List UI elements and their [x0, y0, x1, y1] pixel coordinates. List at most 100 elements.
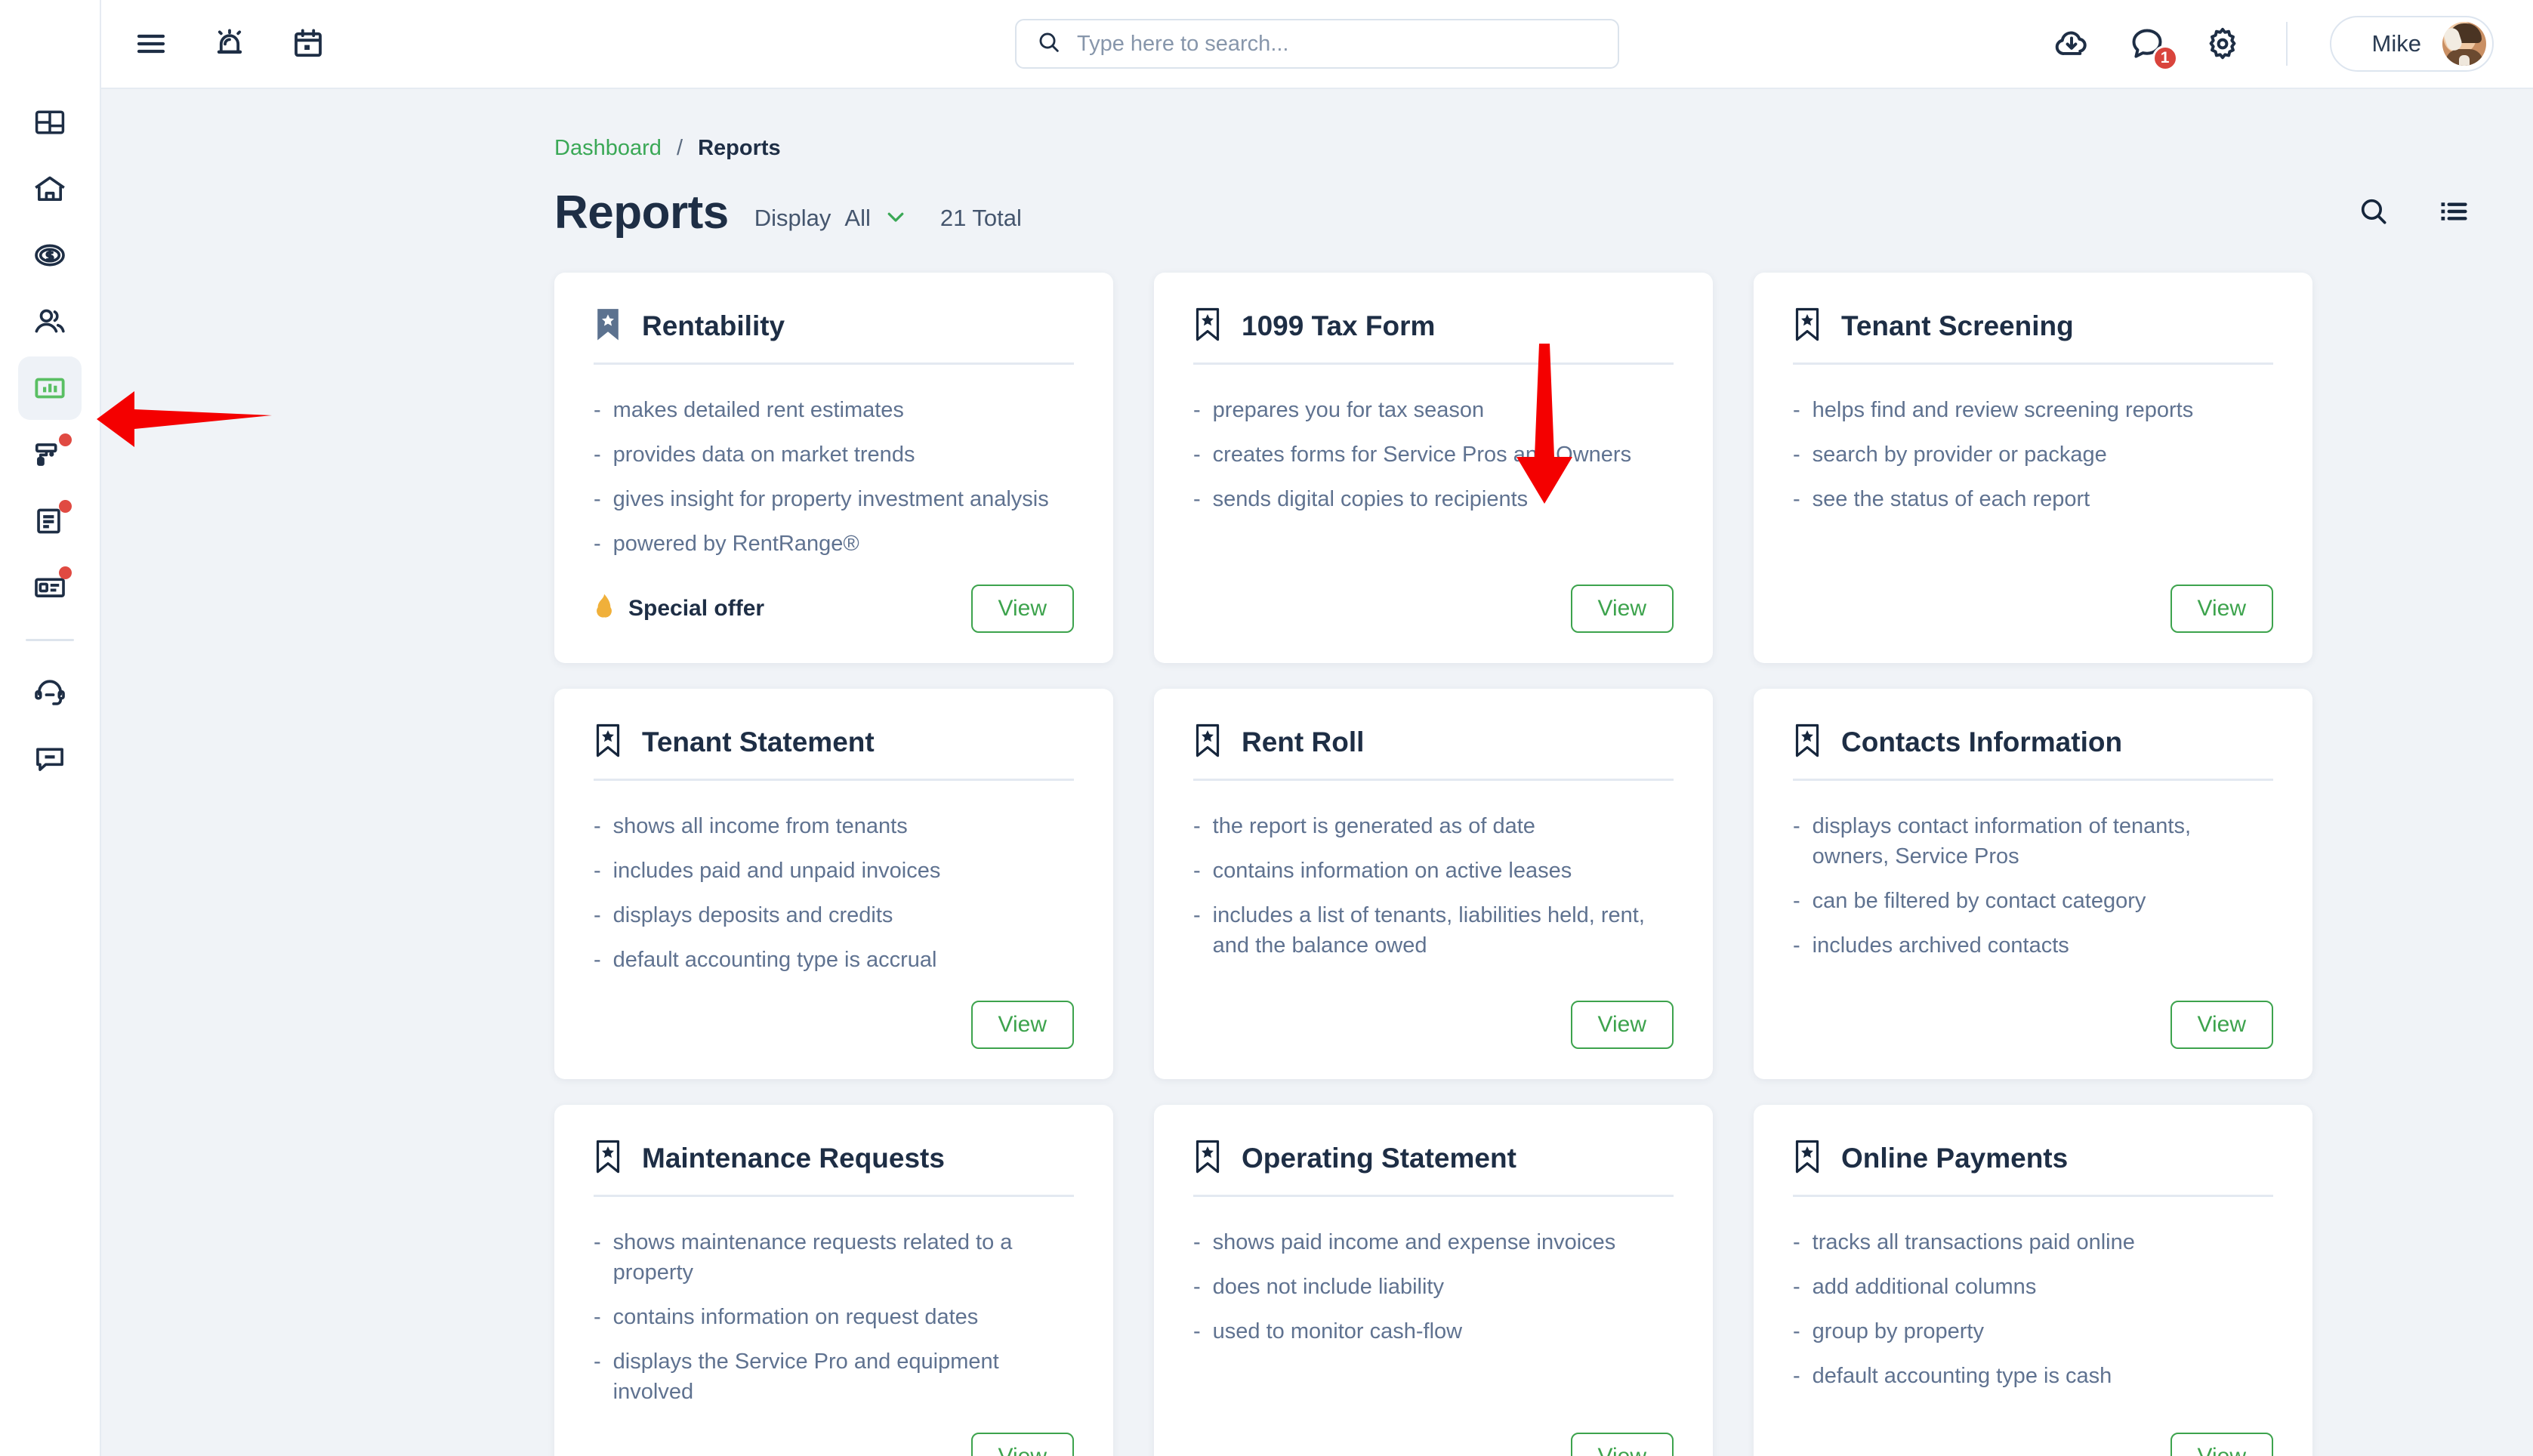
report-card-bullets: - makes detailed rent estimates - provides …: [594, 365, 1074, 559]
report-card-header: Maintenance Requests: [594, 1140, 1074, 1195]
bullet-text: displays contact information of tenants,…: [1812, 814, 2191, 869]
view-button[interactable]: View: [2170, 1433, 2273, 1456]
search-box[interactable]: [1015, 19, 1619, 69]
report-card-bullet: - displays deposits and credits: [594, 900, 1074, 930]
view-button[interactable]: View: [1570, 585, 1674, 634]
search-input[interactable]: [1077, 31, 1598, 57]
search-icon: [1036, 29, 1062, 59]
sidebar-item-dashboard[interactable]: [18, 91, 82, 154]
sidebar-item-support[interactable]: [18, 661, 82, 724]
bullet-text: does not include liability: [1212, 1275, 1444, 1300]
bullet-text: used to monitor cash-flow: [1212, 1319, 1463, 1344]
bullet-text: gives insight for property investment an…: [612, 487, 1049, 512]
report-card-footer: View: [1193, 1407, 1674, 1456]
report-card-bullets: - the report is generated as of date - cont…: [1193, 781, 1674, 961]
bullet-dash: -: [1793, 889, 1800, 914]
view-button[interactable]: View: [2170, 585, 2273, 634]
top-bar: 1 Mike: [101, 0, 2533, 89]
report-card-header: Rent Roll: [1193, 723, 1674, 779]
alarm-bell-icon[interactable]: [208, 23, 251, 65]
breadcrumb: Dashboard / Reports: [101, 89, 2533, 161]
search-icon[interactable]: [2355, 193, 2393, 230]
bullet-dash: -: [1793, 1275, 1800, 1300]
breadcrumb-current: Reports: [698, 136, 781, 160]
view-button[interactable]: View: [1570, 1001, 1674, 1050]
view-button[interactable]: View: [970, 585, 1074, 634]
calendar-icon[interactable]: [287, 23, 329, 65]
report-card-bullet: - shows maintenance requests related to a…: [594, 1227, 1074, 1288]
bullet-dash: -: [594, 814, 601, 839]
bookmark-star-icon: [1193, 307, 1222, 346]
report-card: Tenant Screening - helps find and review s…: [1754, 273, 2312, 664]
bullet-dash: -: [594, 398, 601, 422]
bullet-dash: -: [1193, 1275, 1201, 1300]
user-name: Mike: [2371, 30, 2421, 57]
report-card-bullet: - gives insight for property investment a…: [594, 484, 1074, 514]
view-button[interactable]: View: [970, 1433, 1074, 1456]
bullet-dash: -: [594, 1350, 601, 1374]
report-card-title: Rent Roll: [1242, 726, 1365, 758]
bookmark-star-icon: [594, 1140, 622, 1178]
bullet-dash: -: [594, 948, 601, 973]
sidebar-item-contacts[interactable]: [18, 290, 82, 353]
display-label: Display: [754, 205, 831, 231]
display-value: All: [844, 205, 871, 231]
bullet-text: shows all income from tenants: [612, 814, 908, 839]
report-card-bullet: - includes archived contacts: [1793, 930, 2273, 961]
report-card-footer: View: [1793, 1407, 2273, 1456]
bookmark-star-icon: [594, 723, 622, 762]
sidebar-item-maintenance[interactable]: [18, 423, 82, 486]
report-card-footer: Special offer View: [594, 559, 1074, 634]
chat-message-icon: [32, 742, 67, 776]
bullet-text: makes detailed rent estimates: [612, 398, 904, 422]
page-header-actions: [2355, 193, 2473, 236]
report-card-footer: View: [1193, 975, 1674, 1050]
chat-bubble-icon[interactable]: 1: [2126, 23, 2178, 71]
special-offer-tag: Special offer: [594, 593, 764, 625]
view-button[interactable]: View: [1570, 1433, 1674, 1456]
list-view-icon[interactable]: [2435, 193, 2473, 230]
report-card-bullet: - does not include liability: [1193, 1272, 1674, 1302]
report-card-bullet: - shows paid income and expense invoices: [1193, 1227, 1674, 1257]
left-sidebar: [0, 0, 101, 1456]
report-card-bullet: - the report is generated as of date: [1193, 811, 1674, 841]
report-card-title: Tenant Statement: [642, 726, 875, 758]
bullet-dash: -: [1793, 398, 1800, 422]
dollar-coin-icon: [32, 238, 67, 273]
sidebar-item-reports[interactable]: [18, 356, 82, 420]
sidebar-item-properties[interactable]: [18, 157, 82, 221]
page-content: Dashboard / Reports Reports Display All …: [101, 89, 2533, 1456]
breadcrumb-dashboard[interactable]: Dashboard: [554, 136, 662, 160]
notification-dot: [59, 433, 72, 446]
hamburger-menu-icon[interactable]: [130, 23, 172, 65]
sidebar-item-accounting[interactable]: [18, 224, 82, 287]
bookmark-star-icon: [594, 307, 622, 346]
bullet-dash: -: [1793, 1364, 1800, 1389]
bullet-dash: -: [1193, 487, 1201, 512]
notification-dot: [59, 566, 72, 579]
total-count: 21 Total: [939, 205, 1022, 231]
cloud-download-icon[interactable]: [2050, 23, 2093, 65]
view-button[interactable]: View: [2170, 1001, 2273, 1050]
report-card-footer: View: [594, 1407, 1074, 1456]
report-card-bullet: - prepares you for tax season: [1193, 395, 1674, 425]
gear-icon[interactable]: [2201, 23, 2244, 65]
report-card: Tenant Statement - shows all income from t…: [554, 689, 1113, 1080]
report-card-header: Rentability: [594, 307, 1074, 362]
report-card-bullet: - default accounting type is cash: [1793, 1361, 2273, 1391]
bullet-text: can be filtered by contact category: [1812, 889, 2146, 914]
sidebar-item-documents[interactable]: [18, 489, 82, 553]
sidebar-item-messages[interactable]: [18, 727, 82, 791]
report-card-footer: View: [594, 975, 1074, 1050]
report-card-title: Maintenance Requests: [642, 1143, 945, 1174]
user-menu[interactable]: Mike: [2329, 16, 2494, 72]
report-card-bullet: - default accounting type is accrual: [594, 945, 1074, 975]
report-card-title: Tenant Screening: [1841, 310, 2074, 342]
display-filter[interactable]: Display All: [754, 205, 907, 236]
avatar: [2442, 22, 2486, 66]
view-button[interactable]: View: [970, 1001, 1074, 1050]
bullet-text: shows paid income and expense invoices: [1212, 1230, 1616, 1255]
report-card-header: Online Payments: [1793, 1140, 2273, 1195]
sidebar-item-listings[interactable]: [18, 556, 82, 619]
report-card-bullets: - shows all income from tenants - includes …: [594, 781, 1074, 975]
